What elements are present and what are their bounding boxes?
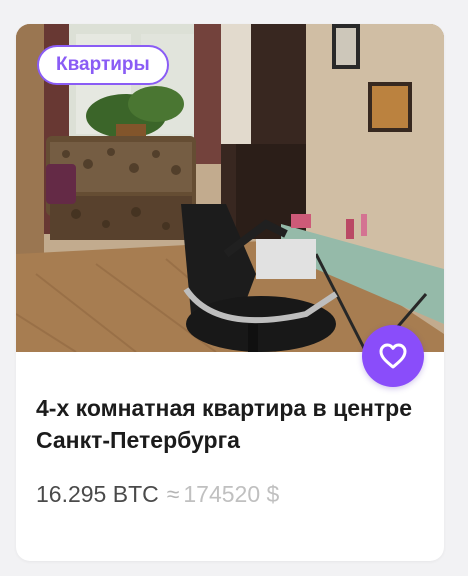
approx-symbol: ≈	[166, 481, 180, 507]
listing-title[interactable]: 4-х комнатная квартира в центре Санкт-Пе…	[36, 392, 426, 456]
listing-card[interactable]: Квартиры 4-х комнатная квартира в центре…	[16, 24, 444, 561]
listing-photo[interactable]: Квартиры	[16, 24, 444, 352]
heart-icon	[379, 343, 407, 369]
price-row: 16.295 BTC ≈174520 $	[36, 479, 279, 509]
price-usd: 174520 $	[183, 481, 280, 507]
category-badge[interactable]: Квартиры	[37, 45, 169, 85]
price-btc: 16.295 BTC	[36, 481, 159, 507]
favorite-button[interactable]	[362, 325, 424, 387]
